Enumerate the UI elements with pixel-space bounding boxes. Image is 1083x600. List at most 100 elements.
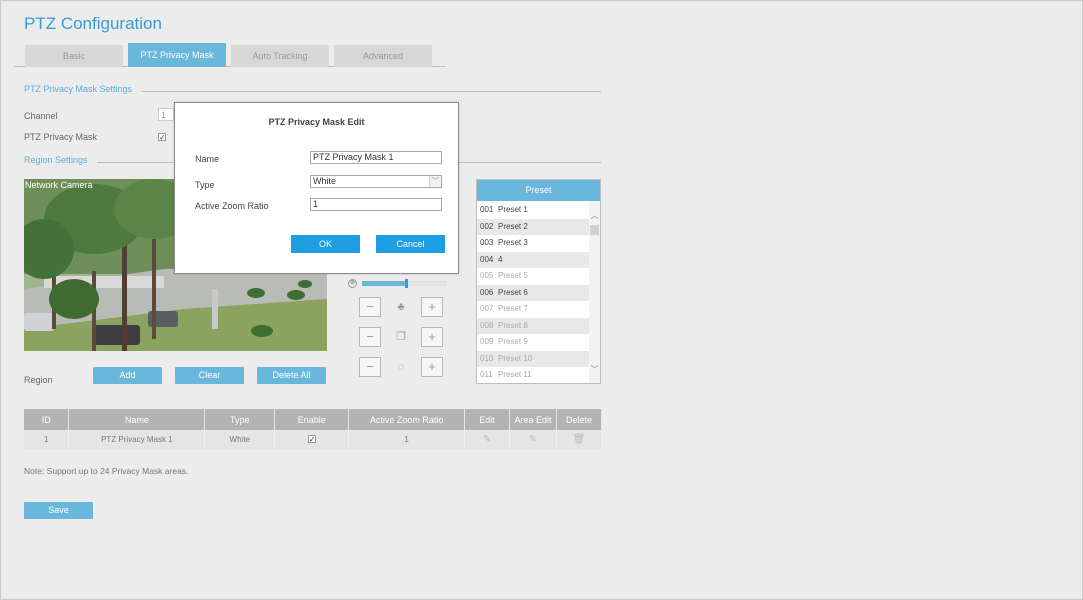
preset-item[interactable]: 004 4 <box>477 251 589 268</box>
chevron-down-icon: ﹀ <box>429 176 441 187</box>
column-header-type: Type <box>204 409 276 430</box>
speed-slider-fill <box>362 281 407 286</box>
section-divider <box>97 162 173 163</box>
preset-name: Preset 3 <box>498 238 528 247</box>
minus-icon: − <box>366 299 374 314</box>
row-enable-checkbox[interactable]: ✓ <box>307 435 316 444</box>
row-zoom: 1 <box>348 430 466 449</box>
preset-header: Preset <box>477 180 600 201</box>
tab-bar: Basic PTZ Privacy Mask Auto Tracking Adv… <box>14 43 445 67</box>
column-header-zoom: Active Zoom Ratio <box>348 409 466 430</box>
row-name: PTZ Privacy Mask 1 <box>68 430 206 449</box>
preset-number: 011 <box>480 370 493 379</box>
region-section-title: Region Settings <box>24 155 88 165</box>
page-title: PTZ Configuration <box>24 14 162 33</box>
tab-ptz-privacy-mask[interactable]: PTZ Privacy Mask <box>128 43 226 67</box>
trash-icon[interactable]: 🗑 <box>573 434 586 445</box>
preset-number: 004 <box>480 254 494 264</box>
preset-item[interactable]: 008 Preset 8 <box>477 317 589 334</box>
zoom-ratio-input[interactable]: 1 <box>310 198 442 211</box>
scroll-down-icon[interactable]: ﹀ <box>590 365 599 374</box>
preset-number: 002 <box>480 221 494 231</box>
video-overlay-label: Network Camera <box>25 180 93 190</box>
preset-name: Preset 1 <box>498 205 528 214</box>
focus-icon: ❐ <box>396 331 406 343</box>
preset-item[interactable]: 005 Preset 5 <box>477 268 589 284</box>
preset-item[interactable]: 009 Preset 9 <box>477 334 589 350</box>
type-label: Type <box>195 180 215 190</box>
speed-icon: ⊗ <box>348 279 357 288</box>
privacy-mask-label: PTZ Privacy Mask <box>24 132 98 142</box>
delete-all-button[interactable]: Delete All <box>257 367 326 384</box>
section-divider <box>141 91 601 92</box>
preset-name: Preset 10 <box>498 353 533 363</box>
preset-number: 010 <box>480 353 494 363</box>
iris-open-button[interactable]: + <box>421 357 443 377</box>
plus-icon: + <box>428 359 436 374</box>
column-header-delete: Delete <box>556 409 603 430</box>
type-select-value: White <box>313 176 337 186</box>
preset-name: Preset 9 <box>498 337 528 346</box>
add-region-button[interactable]: Add <box>93 367 162 384</box>
scrollbar-thumb[interactable] <box>590 225 599 235</box>
privacy-mask-table: ID Name Type Enable Active Zoom Ratio Ed… <box>24 409 603 449</box>
focus-near-button[interactable]: − <box>359 327 381 347</box>
zoom-ratio-label: Active Zoom Ratio <box>195 201 269 211</box>
preset-item[interactable]: 001 Preset 1 <box>477 202 589 218</box>
focus-far-button[interactable]: + <box>421 327 443 347</box>
preset-item[interactable]: 011 Preset 11 <box>477 367 589 383</box>
area-edit-icon[interactable]: ✎ <box>529 434 537 445</box>
preset-item[interactable]: 006 Preset 6 <box>477 284 589 301</box>
type-select[interactable]: White ﹀ <box>310 175 442 188</box>
preset-name: Preset 2 <box>498 221 528 231</box>
tab-auto-tracking[interactable]: Auto Tracking <box>231 45 329 67</box>
column-header-name: Name <box>68 409 206 430</box>
edit-icon[interactable]: ✎ <box>483 434 491 445</box>
iris-close-button[interactable]: − <box>359 357 381 377</box>
row-type: White <box>204 430 276 449</box>
speed-slider-handle[interactable] <box>405 279 409 288</box>
preset-scrollbar[interactable]: ︿ ﹀ <box>589 201 600 383</box>
preset-panel: Preset 001 Preset 1 002 Preset 2 003 Preset 3… <box>476 179 601 384</box>
preset-item[interactable]: 003 Preset 3 <box>477 235 589 251</box>
column-header-enable: Enable <box>274 409 350 430</box>
zoom-out-button[interactable]: − <box>359 297 381 317</box>
privacy-mask-checkbox[interactable]: ✓ <box>158 133 166 142</box>
section-divider <box>459 162 601 163</box>
save-button[interactable]: Save <box>24 502 93 519</box>
row-area-edit: ✎ <box>509 430 557 449</box>
preset-number: 003 <box>480 238 494 247</box>
region-label: Region <box>24 375 53 385</box>
column-header-id: ID <box>24 409 70 430</box>
preset-item[interactable]: 010 Preset 10 <box>477 350 589 367</box>
row-id: 1 <box>24 430 70 449</box>
name-input[interactable]: PTZ Privacy Mask 1 <box>310 151 442 164</box>
column-header-edit: Edit <box>464 409 511 430</box>
tab-basic[interactable]: Basic <box>25 45 123 67</box>
preset-name: 4 <box>498 254 503 264</box>
minus-icon: − <box>366 329 374 344</box>
preset-item[interactable]: 007 Preset 7 <box>477 301 589 317</box>
preset-item[interactable]: 002 Preset 2 <box>477 218 589 235</box>
tab-advanced[interactable]: Advanced <box>334 45 432 67</box>
cancel-button[interactable]: Cancel <box>376 235 445 253</box>
table-row: 1 PTZ Privacy Mask 1 White ✓ 1 ✎ ✎ 🗑 <box>24 430 603 449</box>
row-edit: ✎ <box>464 430 511 449</box>
row-enable: ✓ <box>274 430 350 449</box>
speed-slider[interactable] <box>362 279 447 288</box>
ok-button[interactable]: OK <box>291 235 360 253</box>
scroll-up-icon[interactable]: ︿ <box>590 211 599 220</box>
zoom-icon: ♣ <box>397 301 405 313</box>
mask-limit-note: Note: Support up to 24 Privacy Mask area… <box>24 466 189 476</box>
zoom-in-button[interactable]: + <box>421 297 443 317</box>
preset-number: 001 <box>480 205 494 214</box>
clear-region-button[interactable]: Clear <box>175 367 244 384</box>
name-label: Name <box>195 154 220 164</box>
preset-name: Preset 8 <box>498 320 528 330</box>
preset-number: 008 <box>480 320 494 330</box>
preset-name: Preset 5 <box>498 271 528 280</box>
plus-icon: + <box>428 329 436 344</box>
main-window: PTZ Configuration Basic PTZ Privacy Mask… <box>0 0 1083 600</box>
channel-select[interactable]: 1 <box>158 108 174 121</box>
preset-number: 005 <box>480 271 494 280</box>
